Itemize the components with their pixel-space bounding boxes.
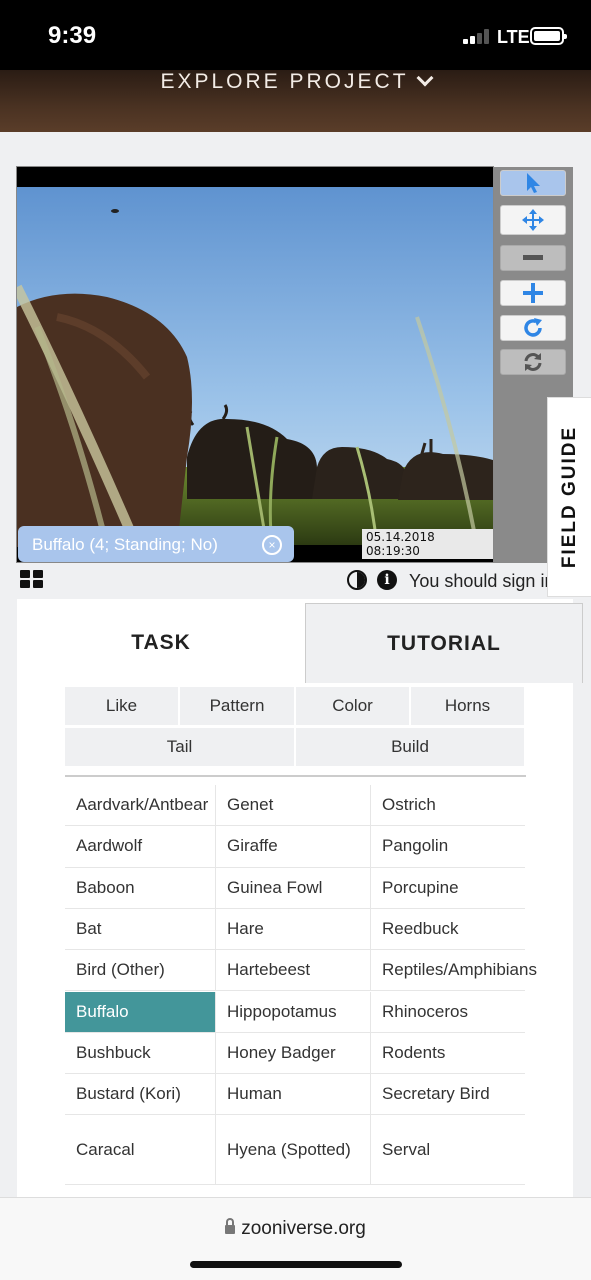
project-header: EXPLORE PROJECT [0, 69, 591, 132]
species-option[interactable]: Reptiles/Amphibians [371, 950, 537, 992]
annotation-label: Buffalo (4; Standing; No) [32, 535, 218, 554]
filter-divider [65, 775, 526, 777]
species-option[interactable]: Bird (Other) [65, 950, 216, 992]
filter-color[interactable]: Color [296, 687, 409, 725]
status-bar: 9:39 LTE [0, 0, 591, 70]
home-indicator[interactable] [190, 1261, 402, 1268]
species-option[interactable]: Reedbuck [371, 909, 525, 951]
species-option[interactable]: Human [216, 1074, 371, 1116]
zoom-in-button[interactable] [500, 280, 566, 306]
info-icon[interactable]: i [377, 570, 397, 590]
plus-icon [523, 283, 543, 303]
filter-horns[interactable]: Horns [411, 687, 524, 725]
contrast-icon[interactable] [347, 570, 367, 590]
browser-address-bar: zooniverse.org [0, 1197, 591, 1280]
species-option[interactable]: Rhinoceros [371, 992, 525, 1033]
field-guide-label: FIELD GUIDE [558, 425, 580, 569]
field-guide-tab[interactable]: FIELD GUIDE [547, 397, 591, 597]
species-option[interactable]: Ostrich [371, 785, 525, 827]
filter-tail[interactable]: Tail [65, 728, 294, 766]
species-option[interactable]: Genet [216, 785, 371, 827]
remove-annotation-icon[interactable]: × [262, 535, 282, 555]
pan-tool-button[interactable] [500, 205, 566, 235]
tab-task[interactable]: TASK [17, 603, 305, 683]
select-tool-button[interactable] [500, 170, 566, 196]
species-option[interactable]: Bushbuck [65, 1032, 216, 1075]
url-text: zooniverse.org [241, 1218, 366, 1239]
status-time: 9:39 [48, 22, 97, 49]
reset-button[interactable] [500, 349, 566, 375]
explore-project-menu[interactable]: EXPLORE PROJECT [0, 69, 591, 94]
species-option[interactable]: Hartebeest [216, 950, 371, 992]
filter-build[interactable]: Build [296, 728, 524, 766]
species-option[interactable]: Bustard (Kori) [65, 1074, 216, 1116]
grid-view-icon[interactable] [20, 570, 44, 588]
move-arrows-icon [522, 209, 544, 231]
url-display[interactable]: zooniverse.org [0, 1218, 591, 1240]
species-option[interactable]: Rodents [371, 1033, 525, 1075]
filter-pattern[interactable]: Pattern [180, 687, 294, 725]
species-option[interactable]: Secretary Bird [371, 1074, 525, 1116]
network-type: LTE [497, 27, 530, 47]
chevron-down-icon [416, 69, 434, 87]
species-option[interactable]: Pangolin [371, 826, 525, 868]
battery-icon [530, 27, 567, 45]
species-option[interactable]: Caracal [65, 1115, 216, 1186]
species-option[interactable]: Bat [65, 908, 216, 951]
species-option[interactable]: Hyena (Spotted) [216, 1115, 371, 1186]
lock-icon [225, 1218, 236, 1234]
zoom-out-button[interactable] [500, 245, 566, 271]
species-option[interactable]: Aardvark/Antbear [65, 785, 216, 827]
refresh-icon [524, 353, 542, 371]
sign-in-message[interactable]: You should sign in [409, 571, 547, 592]
species-option[interactable]: Serval [371, 1115, 525, 1186]
cellular-signal-icon [463, 28, 491, 44]
species-option[interactable]: Hare [216, 908, 371, 951]
minus-icon [523, 255, 543, 260]
species-option[interactable]: Porcupine [371, 868, 525, 909]
filter-like[interactable]: Like [65, 687, 178, 725]
species-option[interactable]: Aardwolf [65, 826, 216, 868]
annotation-chip[interactable]: Buffalo (4; Standing; No) × [18, 526, 294, 562]
species-option[interactable]: Giraffe [216, 826, 371, 868]
explore-project-label: EXPLORE PROJECT [160, 70, 409, 93]
tab-tutorial[interactable]: TUTORIAL [305, 603, 583, 683]
subject-image-viewer[interactable]: 05.14.2018 08:19:30 [16, 166, 494, 563]
subject-photo[interactable] [17, 167, 493, 562]
rotate-button[interactable] [500, 315, 566, 341]
species-option[interactable]: Hippopotamus [216, 991, 371, 1033]
species-option[interactable]: Buffalo [65, 991, 216, 1033]
species-option[interactable]: Honey Badger [216, 1032, 371, 1075]
species-option[interactable]: Baboon [65, 867, 216, 909]
photo-timestamp: 05.14.2018 08:19:30 [362, 529, 493, 559]
species-option[interactable]: Guinea Fowl [216, 867, 371, 909]
rotate-icon [524, 318, 542, 337]
cursor-pointer-icon [527, 173, 540, 193]
task-panel: TASK TUTORIAL Like Pattern Color Horns T… [17, 599, 583, 1199]
